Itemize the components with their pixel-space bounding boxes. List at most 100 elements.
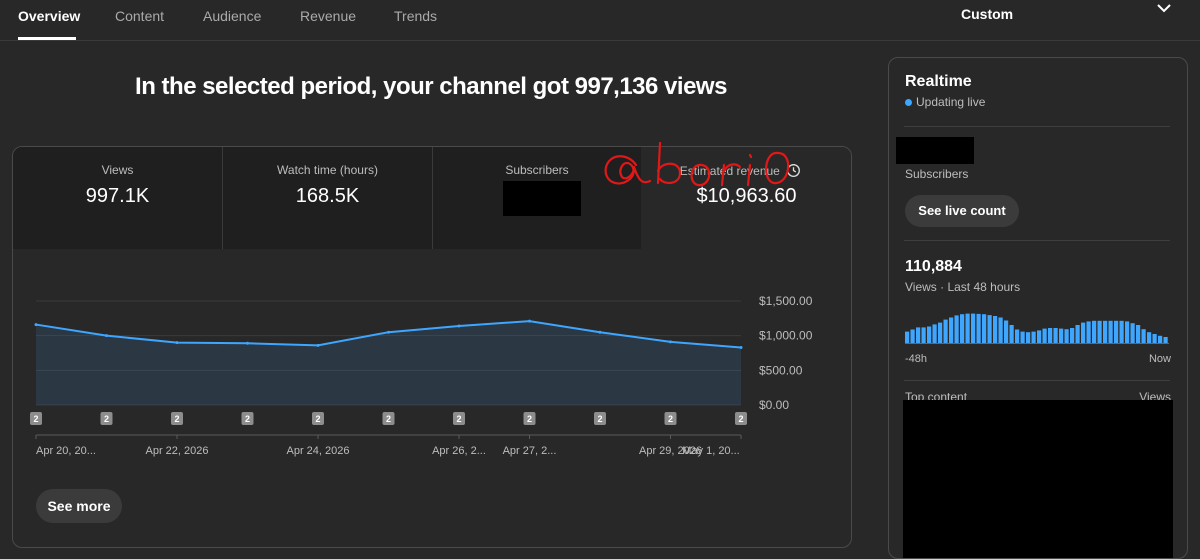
metric-value: 997.1K [85, 185, 150, 207]
live-dot-icon [905, 99, 912, 106]
realtime-bar [938, 322, 943, 343]
metric-value: 168.5K [295, 185, 360, 207]
realtime-bar [921, 327, 926, 343]
see-live-count-button[interactable]: See live count [905, 195, 1019, 227]
data-point [175, 341, 179, 345]
realtime-title: Realtime [905, 73, 972, 90]
active-tab-indicator [18, 37, 76, 40]
realtime-axis-end: Now [1148, 353, 1171, 365]
realtime-bar [1086, 321, 1091, 343]
realtime-bar [1081, 322, 1086, 343]
revenue-chart[interactable]: $0.00 $500.00 $1,000.00 $1,500.00 2 2 2 2 2 2 2 2 2 2… [13, 249, 851, 548]
realtime-bar [1147, 332, 1152, 343]
realtime-bar [1108, 320, 1113, 343]
tab-trends[interactable]: Trends [394, 8, 437, 24]
data-point [598, 330, 602, 334]
realtime-bar [1009, 325, 1014, 343]
redacted-subscriber-count [896, 137, 974, 164]
metric-label: Views [101, 163, 134, 177]
realtime-bar [927, 326, 932, 343]
tab-revenue[interactable]: Revenue [300, 8, 356, 24]
realtime-bar [1125, 321, 1130, 343]
realtime-bar [1097, 320, 1102, 343]
x-tick-label: Apr 27, 2... [503, 445, 557, 457]
metric-views[interactable]: Views 997.1K [13, 147, 223, 249]
realtime-bar [1130, 323, 1135, 343]
tab-audience[interactable]: Audience [203, 8, 261, 24]
video-marker-count: 2 [245, 414, 250, 424]
realtime-bar [960, 314, 965, 343]
data-point [316, 343, 320, 347]
video-marker-count: 2 [527, 414, 532, 424]
realtime-bar [1075, 325, 1080, 343]
tab-content[interactable]: Content [115, 8, 164, 24]
realtime-views-label: Views · Last 48 hours [905, 280, 1021, 294]
metric-label: Watch time (hours) [277, 163, 378, 177]
data-point [387, 330, 390, 334]
y-tick-label: $1,000.00 [759, 329, 813, 343]
chevron-down-icon[interactable] [1154, 0, 1174, 18]
video-marker-count: 2 [174, 414, 179, 424]
video-marker-count: 2 [456, 414, 461, 424]
realtime-bar [932, 324, 937, 343]
x-tick-label: Apr 20, 20... [36, 445, 96, 457]
realtime-bar [971, 313, 976, 343]
video-marker-count: 2 [597, 414, 602, 424]
x-tick-label: Apr 22, 2026 [146, 445, 209, 457]
data-point [528, 319, 531, 323]
x-tick-label: May 1, 20... [682, 445, 739, 457]
realtime-bar [1092, 320, 1097, 343]
metric-watch-time[interactable]: Watch time (hours) 168.5K [223, 147, 433, 249]
realtime-bar [1070, 328, 1075, 343]
data-point [105, 334, 108, 338]
video-marker-count: 2 [668, 414, 673, 424]
y-tick-label: $0.00 [759, 398, 789, 412]
realtime-bar [976, 313, 981, 343]
data-point [739, 345, 743, 349]
realtime-bar [1026, 332, 1031, 343]
realtime-bar [943, 319, 948, 343]
realtime-views-bar-chart[interactable] [905, 298, 1171, 358]
realtime-axis-start: -48h [905, 353, 928, 365]
page-title: In the selected period, your channel got… [135, 73, 727, 100]
divider [904, 240, 1170, 241]
realtime-bar [1053, 328, 1058, 343]
realtime-bar [1037, 330, 1042, 343]
live-status: Updating live [916, 95, 986, 109]
realtime-bar [1114, 320, 1119, 343]
realtime-bar [1141, 329, 1146, 343]
realtime-bar [954, 315, 959, 343]
see-more-button[interactable]: See more [36, 489, 122, 523]
divider [904, 380, 1170, 381]
period-selector[interactable]: Custom [961, 6, 1013, 22]
tab-overview[interactable]: Overview [18, 8, 80, 24]
x-tick-label: Apr 24, 2026 [287, 445, 350, 457]
video-marker-count: 2 [104, 414, 109, 424]
subscribers-label: Subscribers [905, 167, 969, 181]
realtime-views-value: 110,884 [905, 258, 962, 275]
video-marker-count: 2 [315, 414, 320, 424]
realtime-bar [1015, 329, 1020, 343]
realtime-bar [1163, 337, 1168, 343]
realtime-bar [1136, 325, 1141, 343]
realtime-bar [965, 313, 970, 343]
realtime-bar [987, 315, 992, 343]
data-point [34, 323, 38, 327]
y-tick-label: $500.00 [759, 363, 803, 377]
realtime-bar [982, 314, 987, 343]
realtime-bar [949, 317, 954, 343]
realtime-bar [905, 331, 910, 343]
realtime-bar [998, 317, 1003, 343]
data-point [246, 341, 249, 345]
realtime-bar [1064, 329, 1069, 343]
video-marker-count: 2 [738, 414, 743, 424]
realtime-bar [1048, 328, 1053, 343]
redacted-subscriber-count [503, 181, 581, 216]
watermark-signature [604, 141, 790, 187]
realtime-bar [1158, 335, 1163, 343]
realtime-bar [1042, 328, 1047, 343]
realtime-bar [1152, 334, 1157, 343]
realtime-bar [1004, 320, 1009, 343]
realtime-bar [916, 327, 921, 343]
data-point [669, 340, 672, 344]
